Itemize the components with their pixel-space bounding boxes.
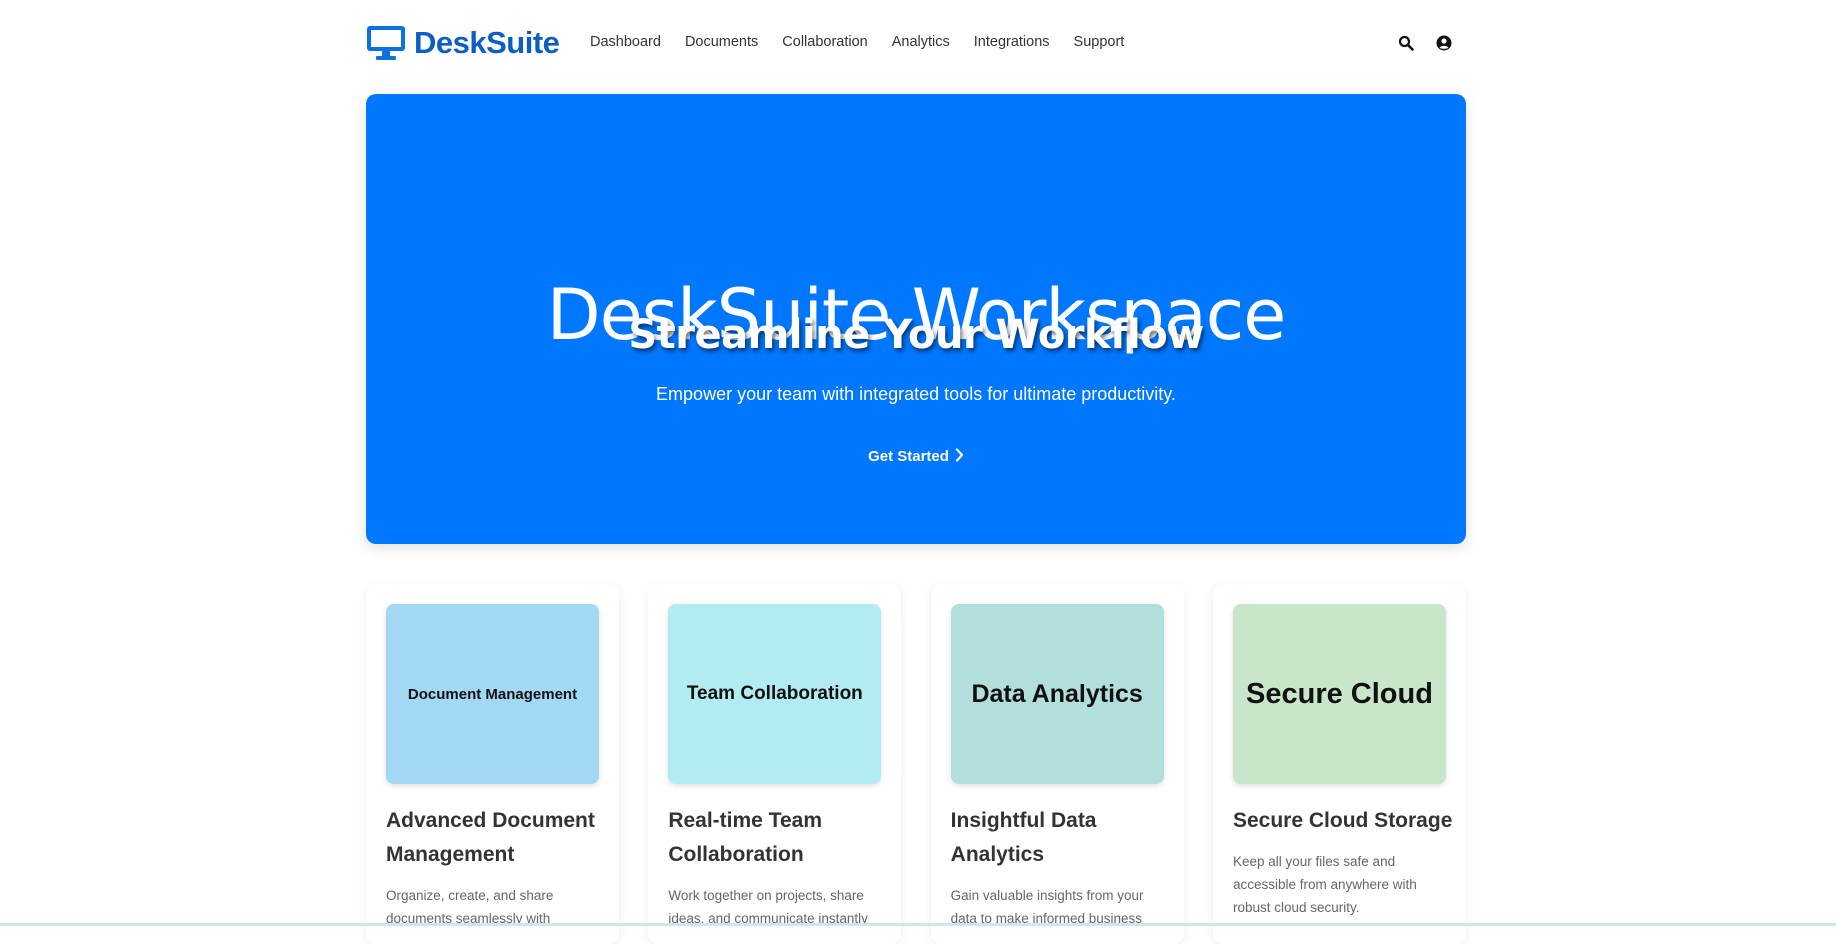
hero-subtitle: Streamline Your Workflow	[628, 312, 1204, 358]
nav-item-documents[interactable]: Documents	[685, 34, 758, 50]
card-image: Data Analytics	[950, 604, 1164, 784]
card-title: Insightful Data Analytics	[950, 809, 1097, 866]
card-image-label: Data Analytics	[971, 679, 1143, 708]
card-title: Real-time Team Collaboration	[668, 809, 822, 866]
feature-card[interactable]: Document Management Advanced Document Ma…	[366, 584, 619, 944]
card-image-label: Secure Cloud	[1246, 677, 1433, 710]
hero-banner: DeskSuite Workspace Streamline Your Work…	[366, 94, 1466, 544]
card-image-label: Document Management	[407, 685, 578, 703]
feature-card[interactable]: Team Collaboration Real-time Team Collab…	[648, 584, 902, 944]
search-icon[interactable]	[1398, 35, 1414, 51]
nav-item-collaboration[interactable]: Collaboration	[782, 34, 867, 50]
get-started-button[interactable]: Get Started	[366, 448, 1466, 466]
user-icon[interactable]	[1436, 35, 1452, 51]
feature-card[interactable]: Data Analytics Insightful Data Analytics…	[930, 584, 1184, 944]
card-image: Secure Cloud	[1232, 604, 1446, 784]
card-title: Advanced Document Management	[386, 809, 595, 866]
hero-description: Empower your team with integrated tools …	[656, 384, 1176, 404]
get-started-label: Get Started	[868, 448, 949, 465]
card-image-label: Team Collaboration	[686, 683, 863, 704]
brand-name: DeskSuite	[414, 25, 560, 60]
feature-card[interactable]: Secure Cloud Secure Cloud Storage Keep a…	[1212, 584, 1466, 944]
chevron-right-icon	[955, 448, 964, 466]
monitor-icon	[366, 25, 406, 61]
card-image: Document Management	[386, 604, 599, 784]
nav-item-support[interactable]: Support	[1074, 34, 1125, 50]
card-description: Keep all your files safe and accessible …	[1232, 854, 1417, 915]
feature-cards: Document Management Advanced Document Ma…	[366, 584, 1466, 944]
logo[interactable]: DeskSuite	[366, 25, 560, 61]
main-nav: Dashboard Documents Collaboration Analyt…	[590, 34, 1148, 50]
nav-item-analytics[interactable]: Analytics	[892, 34, 950, 50]
nav-item-integrations[interactable]: Integrations	[974, 34, 1050, 50]
header-actions	[1398, 35, 1452, 51]
card-image: Team Collaboration	[668, 604, 882, 784]
site-header: DeskSuite Dashboard Documents Collaborat…	[366, 0, 1466, 88]
nav-item-dashboard[interactable]: Dashboard	[590, 34, 661, 50]
card-title: Secure Cloud Storage	[1232, 809, 1453, 832]
